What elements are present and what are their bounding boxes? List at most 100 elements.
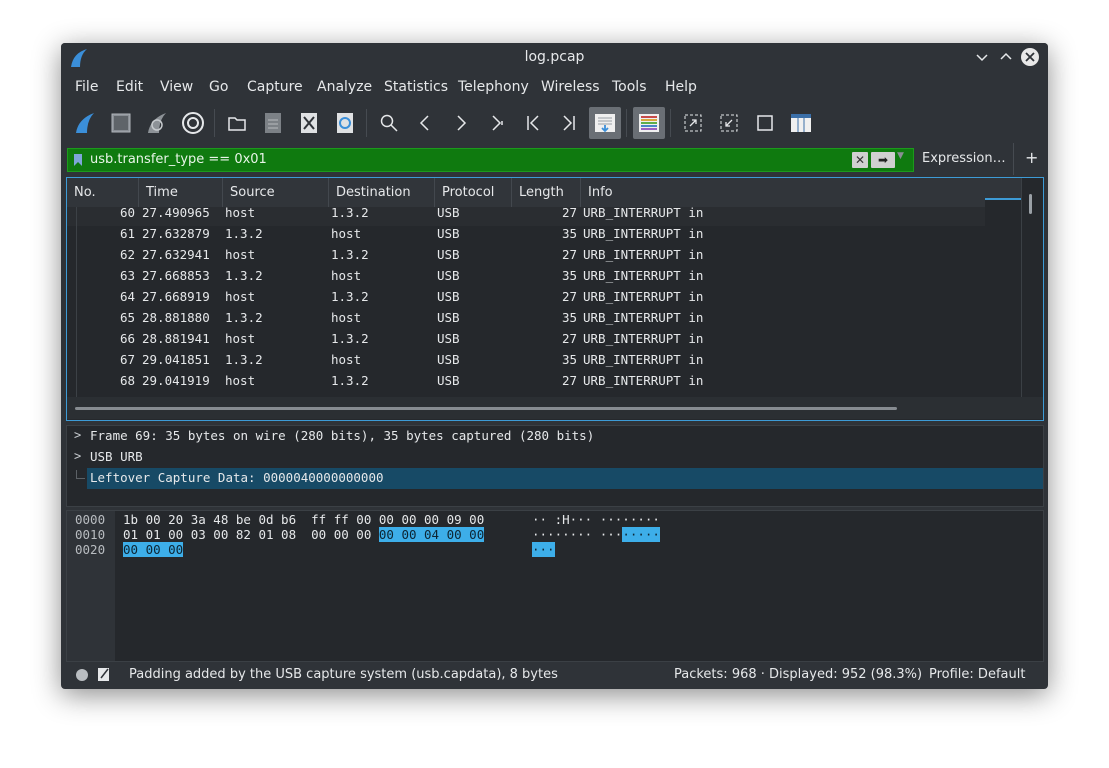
column-header-extra — [985, 178, 1021, 200]
toolbar-separator — [670, 109, 671, 137]
cell-protocol: USB — [437, 207, 460, 220]
table-row[interactable]: 66 28.881941 host 1.3.2 USB 27 URB_INTERRUPT i… — [67, 331, 985, 352]
packet-list-hscrollbar[interactable] — [67, 397, 1043, 419]
cell-length: 27 — [561, 373, 577, 388]
column-header-source[interactable]: Source — [223, 178, 329, 207]
auto-scroll-icon[interactable] — [589, 107, 621, 139]
cell-time: 27.668919 — [142, 289, 210, 304]
cell-no: 64 — [119, 289, 135, 304]
find-packet-icon[interactable] — [373, 107, 405, 139]
cell-info: URB_INTERRUPT in — [583, 310, 704, 325]
close-file-icon[interactable] — [293, 107, 325, 139]
cell-info: URB_INTERRUPT in — [583, 289, 704, 304]
menu-edit[interactable]: Edit — [116, 79, 143, 95]
go-last-icon[interactable] — [553, 107, 585, 139]
add-filter-button[interactable]: + — [1025, 148, 1038, 167]
display-filter-input[interactable]: usb.transfer_type == 0x01 ✕ ➡ — [67, 148, 914, 172]
cell-time: 28.881941 — [142, 331, 210, 346]
detail-text: Leftover Capture Data: 0000040000000000 — [90, 470, 384, 485]
normal-size-icon[interactable] — [749, 107, 781, 139]
column-header-no[interactable]: No. — [67, 178, 139, 207]
capture-options-icon[interactable] — [177, 107, 209, 139]
menu-go[interactable]: Go — [209, 79, 228, 95]
menu-help[interactable]: Help — [665, 79, 697, 95]
minimize-icon[interactable] — [973, 48, 991, 66]
go-previous-icon[interactable] — [409, 107, 441, 139]
ascii-bytes[interactable]: ··· — [532, 542, 555, 557]
go-to-packet-icon[interactable] — [481, 107, 513, 139]
cell-source: 1.3.2 — [225, 310, 263, 325]
bookmark-icon[interactable] — [73, 153, 83, 167]
menu-capture[interactable]: Capture — [247, 79, 303, 95]
cell-no: 66 — [119, 331, 135, 346]
hex-bytes[interactable]: 1b 00 20 3a 48 be 0d b6 ff ff 00 00 00 0… — [123, 512, 484, 527]
go-next-icon[interactable] — [445, 107, 477, 139]
table-row[interactable]: 64 27.668919 host 1.3.2 USB 27 URB_INTERRUPT i… — [67, 289, 985, 310]
zoom-out-icon[interactable] — [713, 107, 745, 139]
cell-time: 29.041919 — [142, 373, 210, 388]
open-file-icon[interactable] — [221, 107, 253, 139]
clear-filter-icon[interactable]: ✕ — [852, 152, 868, 168]
table-row[interactable]: 61 27.632879 1.3.2 host USB 35 URB_INTERRUPT i… — [67, 226, 985, 247]
column-header-length[interactable]: Length — [512, 178, 581, 207]
menu-file[interactable]: File — [75, 79, 98, 95]
table-row[interactable]: 62 27.632941 host 1.3.2 USB 27 URB_INTERRUPT i… — [67, 247, 985, 268]
packet-list-vscrollbar[interactable] — [1021, 178, 1042, 397]
hscroll-thumb[interactable] — [75, 407, 897, 410]
column-header-protocol[interactable]: Protocol — [435, 178, 512, 207]
cell-source: host — [225, 331, 256, 346]
vscroll-thumb[interactable] — [1029, 194, 1032, 214]
go-first-icon[interactable] — [517, 107, 549, 139]
chevron-right-icon[interactable]: > — [74, 428, 81, 442]
menu-analyze[interactable]: Analyze — [317, 79, 372, 95]
title-bar: log.pcap — [61, 43, 1048, 72]
cell-destination: 1.3.2 — [331, 289, 369, 304]
cell-info: URB_INTERRUPT in — [583, 268, 704, 283]
colorize-icon[interactable] — [633, 107, 665, 139]
save-file-icon[interactable] — [257, 107, 289, 139]
column-header-time[interactable]: Time — [139, 178, 223, 207]
toolbar-separator — [366, 109, 367, 137]
start-capture-icon[interactable] — [69, 107, 101, 139]
resize-columns-icon[interactable] — [785, 107, 817, 139]
menu-wireless[interactable]: Wireless — [541, 79, 600, 95]
menu-telephony[interactable]: Telephony — [458, 79, 529, 95]
hex-bytes[interactable]: 00 00 00 — [123, 542, 184, 557]
column-header-destination[interactable]: Destination — [329, 178, 435, 207]
packet-details-pane: > Frame 69: 35 bytes on wire (280 bits),… — [66, 425, 1044, 507]
detail-row-frame[interactable]: > Frame 69: 35 bytes on wire (280 bits),… — [67, 426, 1043, 447]
maximize-icon[interactable] — [997, 48, 1015, 66]
menu-statistics[interactable]: Statistics — [384, 79, 448, 95]
filter-text: usb.transfer_type == 0x01 — [90, 152, 267, 167]
reload-file-icon[interactable] — [329, 107, 361, 139]
expression-button[interactable]: Expression… — [922, 151, 1006, 166]
ascii-bytes[interactable]: ········ ········ — [532, 527, 660, 542]
zoom-in-icon[interactable] — [677, 107, 709, 139]
column-header-info[interactable]: Info — [581, 178, 985, 207]
table-row[interactable]: 68 29.041919 host 1.3.2 USB 27 URB_INTERRUPT i… — [67, 373, 985, 394]
chevron-right-icon[interactable]: > — [74, 449, 81, 463]
menu-view[interactable]: View — [160, 79, 193, 95]
cell-length: 35 — [561, 310, 577, 325]
cell-source: 1.3.2 — [225, 352, 263, 367]
filter-history-dropdown-icon[interactable]: ▼ — [897, 151, 904, 161]
detail-row-usb-urb[interactable]: > USB URB — [67, 447, 1043, 468]
expert-info-indicator-icon[interactable] — [76, 669, 88, 681]
capture-comment-icon[interactable] — [97, 666, 111, 682]
apply-filter-icon[interactable]: ➡ — [871, 152, 895, 168]
stop-capture-icon[interactable] — [105, 107, 137, 139]
table-row[interactable]: 67 29.041851 1.3.2 host USB 35 URB_INTERRUPT i… — [67, 352, 985, 373]
close-window-icon[interactable] — [1021, 48, 1039, 66]
profile-label[interactable]: Profile: Default — [929, 667, 1025, 682]
ascii-bytes[interactable]: ·· :H··· ········ — [532, 512, 660, 527]
cell-info: URB_INTERRUPT in — [583, 207, 704, 220]
menu-tools[interactable]: Tools — [612, 79, 647, 95]
detail-row-leftover-data[interactable]: Leftover Capture Data: 0000040000000000 — [87, 468, 1043, 489]
table-row[interactable]: 60 27.490965 host 1.3.2 USB 27 URB_INTERRUPT i… — [67, 207, 985, 226]
table-row[interactable]: 63 27.668853 1.3.2 host USB 35 URB_INTERRUPT i… — [67, 268, 985, 289]
status-message: Padding added by the USB capture system … — [129, 667, 558, 682]
hex-bytes[interactable]: 01 01 00 03 00 82 01 08 00 00 00 00 00 0… — [123, 527, 485, 542]
restart-capture-icon[interactable] — [141, 107, 173, 139]
table-row[interactable]: 65 28.881880 1.3.2 host USB 35 URB_INTERRUPT i… — [67, 310, 985, 331]
cell-destination: host — [331, 352, 362, 367]
